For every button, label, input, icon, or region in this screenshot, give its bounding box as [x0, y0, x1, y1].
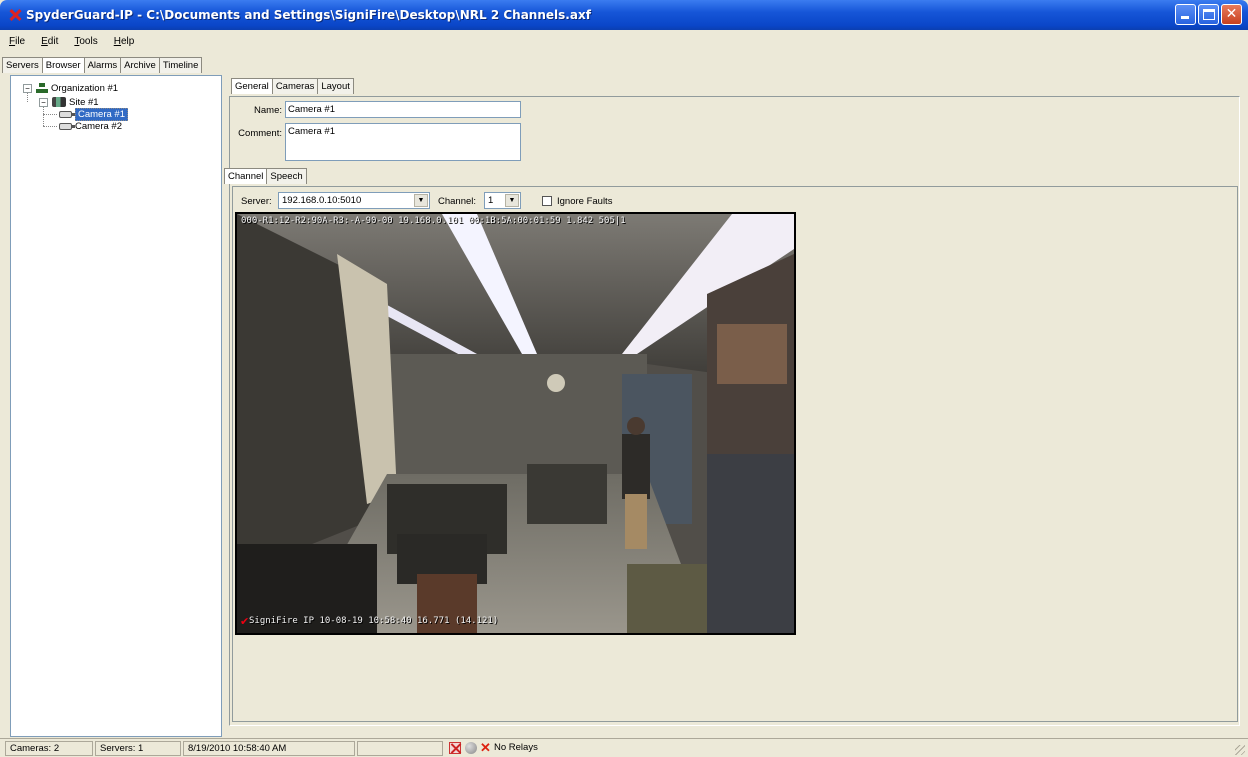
- minimize-button[interactable]: [1175, 4, 1196, 25]
- title-bar[interactable]: SpyderGuard-IP - C:\Documents and Settin…: [0, 0, 1248, 30]
- channel-select-value: 1: [488, 195, 494, 206]
- maximize-button[interactable]: [1198, 4, 1219, 25]
- organization-icon: [36, 83, 48, 93]
- menu-file[interactable]: File: [0, 36, 32, 47]
- tree-node-site[interactable]: − Site #1: [39, 96, 99, 108]
- tree-node-camera-1[interactable]: Camera #1: [59, 107, 128, 121]
- tab-timeline[interactable]: Timeline: [158, 57, 203, 73]
- collapse-toggle-icon[interactable]: −: [39, 97, 48, 107]
- ignore-faults-label-text: Ignore Faults: [557, 196, 613, 207]
- app-logo-icon: [8, 8, 22, 22]
- name-field[interactable]: Camera #1: [285, 101, 521, 118]
- tree-node-label: Camera #2: [75, 120, 122, 132]
- camera-image: [237, 214, 794, 633]
- tree-node-label: Site #1: [69, 96, 99, 108]
- close-button[interactable]: ✕: [1221, 4, 1242, 25]
- tab-servers[interactable]: Servers: [2, 57, 43, 73]
- menu-bar: File Edit Tools Help: [0, 32, 141, 50]
- status-cameras: Cameras: 2: [5, 741, 93, 756]
- minimize-icon: [1181, 16, 1189, 19]
- status-relays: No Relays: [494, 742, 538, 753]
- comment-field[interactable]: Camera #1: [285, 123, 521, 161]
- chevron-down-icon[interactable]: ▼: [414, 194, 428, 207]
- tree-node-label: Organization #1: [51, 82, 119, 94]
- osd-timestamp-text: SigniFire IP 10-08-19 10:58:40 16.771 (1…: [249, 616, 499, 626]
- ignore-faults-checkbox[interactable]: [542, 196, 552, 206]
- tab-archive[interactable]: Archive: [120, 57, 160, 73]
- tree-node-label: Camera #1: [75, 107, 128, 121]
- properties-tab-strip: General Cameras Layout: [231, 78, 354, 94]
- menu-tools-label: ools: [79, 35, 98, 47]
- tab-channel[interactable]: Channel: [224, 168, 268, 184]
- chevron-down-icon[interactable]: ▼: [505, 194, 519, 207]
- camera-icon: [59, 110, 75, 118]
- camera-view[interactable]: 000-R1:12-R2:90A-R3:-A-90-00 19.168.0.10…: [235, 212, 796, 635]
- comment-label: Comment:: [238, 128, 282, 139]
- tab-general[interactable]: General: [231, 78, 273, 94]
- maximize-icon: [1203, 9, 1215, 20]
- camera-icon: [59, 122, 75, 130]
- relay-disabled-icon: [449, 742, 461, 754]
- osd-header-text: 000-R1:12-R2:90A-R3:-A-90-00 19.168.0.10…: [241, 216, 626, 226]
- channel-label: Channel:: [438, 196, 477, 207]
- close-icon: ✕: [1225, 6, 1238, 22]
- tab-speech[interactable]: Speech: [266, 168, 307, 184]
- resize-grip-icon[interactable]: [1235, 745, 1245, 755]
- server-select[interactable]: 192.168.0.10:5010 ▼: [278, 192, 430, 209]
- menu-edit-accel: E: [41, 35, 48, 47]
- collapse-toggle-icon[interactable]: −: [23, 83, 32, 93]
- menu-file-label: ile: [15, 35, 26, 47]
- tree-connector: [43, 114, 57, 115]
- channel-tab-strip: Channel Speech: [224, 168, 307, 184]
- browser-tree-panel[interactable]: − Organization #1 − Site #1 Camera #1 Ca…: [10, 75, 222, 737]
- tab-alarms[interactable]: Alarms: [83, 57, 122, 73]
- relay-error-icon: ✕: [480, 740, 491, 755]
- menu-edit-label: dit: [47, 35, 59, 47]
- menu-edit[interactable]: Edit: [32, 36, 65, 47]
- tab-cameras[interactable]: Cameras: [271, 78, 319, 94]
- status-servers: Servers: 1: [95, 741, 181, 756]
- ignore-faults-label[interactable]: Ignore Faults: [557, 196, 612, 207]
- menu-help-label: elp: [120, 35, 135, 47]
- channel-select[interactable]: 1 ▼: [484, 192, 521, 209]
- menu-tools[interactable]: Tools: [65, 36, 104, 47]
- status-empty: [357, 741, 443, 756]
- name-label: Name:: [254, 105, 282, 116]
- tree-node-camera-2[interactable]: Camera #2: [59, 120, 122, 132]
- menu-help[interactable]: Help: [105, 36, 142, 47]
- tree-node-organization[interactable]: − Organization #1: [23, 82, 118, 94]
- tree-connector: [43, 126, 57, 127]
- menu-help-accel: H: [113, 35, 121, 47]
- server-label: Server:: [241, 196, 272, 207]
- server-select-value: 192.168.0.10:5010: [282, 195, 362, 206]
- left-tab-strip: Servers Browser Alarms Archive Timeline: [2, 57, 203, 73]
- tab-browser[interactable]: Browser: [41, 57, 85, 73]
- window-title: SpyderGuard-IP - C:\Documents and Settin…: [26, 8, 591, 22]
- status-bar: Cameras: 2 Servers: 1 8/19/2010 10:58:40…: [0, 738, 1248, 757]
- status-datetime: 8/19/2010 10:58:40 AM: [183, 741, 355, 756]
- tab-layout[interactable]: Layout: [317, 78, 354, 94]
- site-icon: [52, 97, 66, 107]
- signifire-check-icon: ✔: [240, 615, 250, 628]
- relay-status-icon: [465, 742, 477, 754]
